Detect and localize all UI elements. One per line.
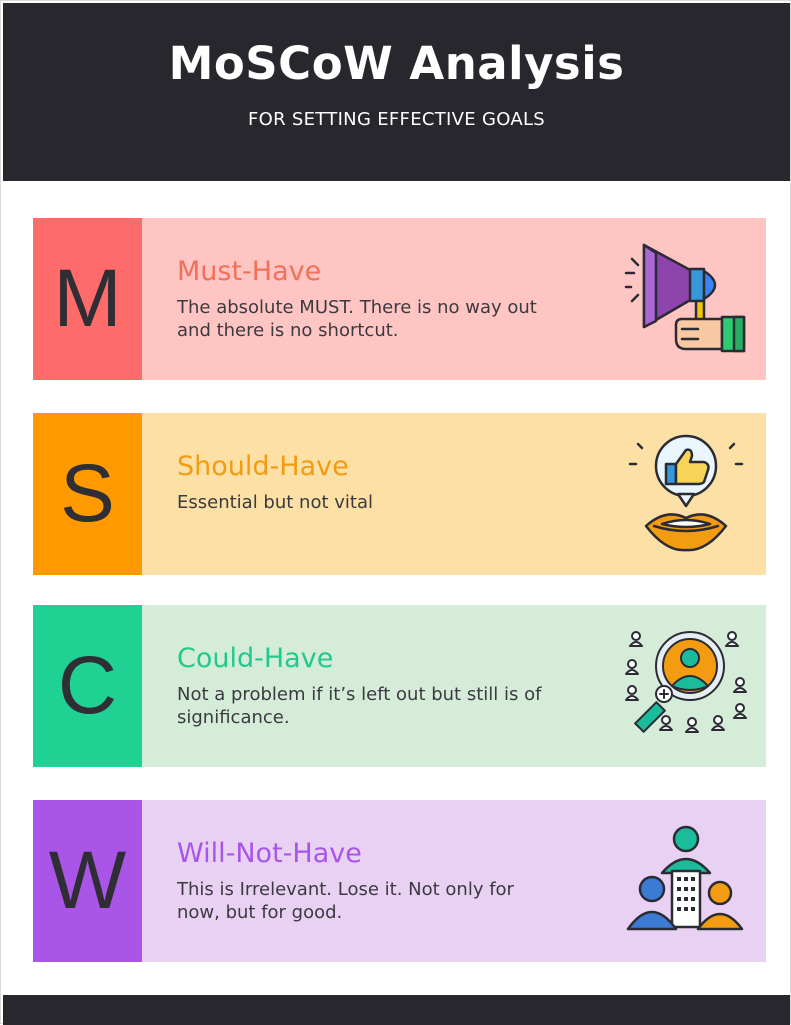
- should-have-row: S Should-Have Essential but not vital: [33, 413, 766, 575]
- could-have-letter-box: C: [33, 605, 142, 767]
- header-banner: MoSCoW Analysis FOR SETTING EFFECTIVE GO…: [3, 3, 790, 181]
- must-have-row: M Must-Have The absolute MUST. There is …: [33, 218, 766, 380]
- must-have-letter-box: M: [33, 218, 142, 380]
- could-have-title: Could-Have: [177, 643, 334, 674]
- will-not-have-letter-box: W: [33, 800, 142, 962]
- will-not-have-description: This is Irrelevant. Lose it. Not only fo…: [177, 879, 514, 923]
- megaphone-icon: [624, 243, 746, 353]
- infographic-page: MoSCoW Analysis FOR SETTING EFFECTIVE GO…: [0, 0, 791, 1025]
- must-have-description: The absolute MUST. There is no way out a…: [177, 297, 537, 341]
- will-not-have-row: W Will-Not-Have This is Irrelevant. Lose…: [33, 800, 766, 962]
- could-have-letter: C: [57, 640, 118, 731]
- page-subtitle: FOR SETTING EFFECTIVE GOALS: [247, 109, 546, 130]
- thumbs-up-speech-icon: [628, 434, 744, 552]
- could-have-description: Not a problem if it’s left out but still…: [177, 684, 542, 728]
- could-have-row: C Could-Have Not a problem if it’s left …: [33, 605, 766, 767]
- should-have-letter: S: [60, 448, 115, 539]
- must-have-title: Must-Have: [177, 256, 322, 287]
- will-not-have-title: Will-Not-Have: [177, 838, 362, 869]
- should-have-description: Essential but not vital: [177, 492, 373, 513]
- page-title: MoSCoW Analysis: [168, 37, 625, 90]
- must-have-letter: M: [53, 253, 122, 344]
- will-not-have-letter: W: [48, 835, 127, 926]
- should-have-title: Should-Have: [177, 451, 349, 482]
- should-have-letter-box: S: [33, 413, 142, 575]
- magnifier-people-icon: [625, 631, 747, 733]
- team-building-icon: [626, 825, 744, 931]
- footer-bar: [3, 995, 790, 1025]
